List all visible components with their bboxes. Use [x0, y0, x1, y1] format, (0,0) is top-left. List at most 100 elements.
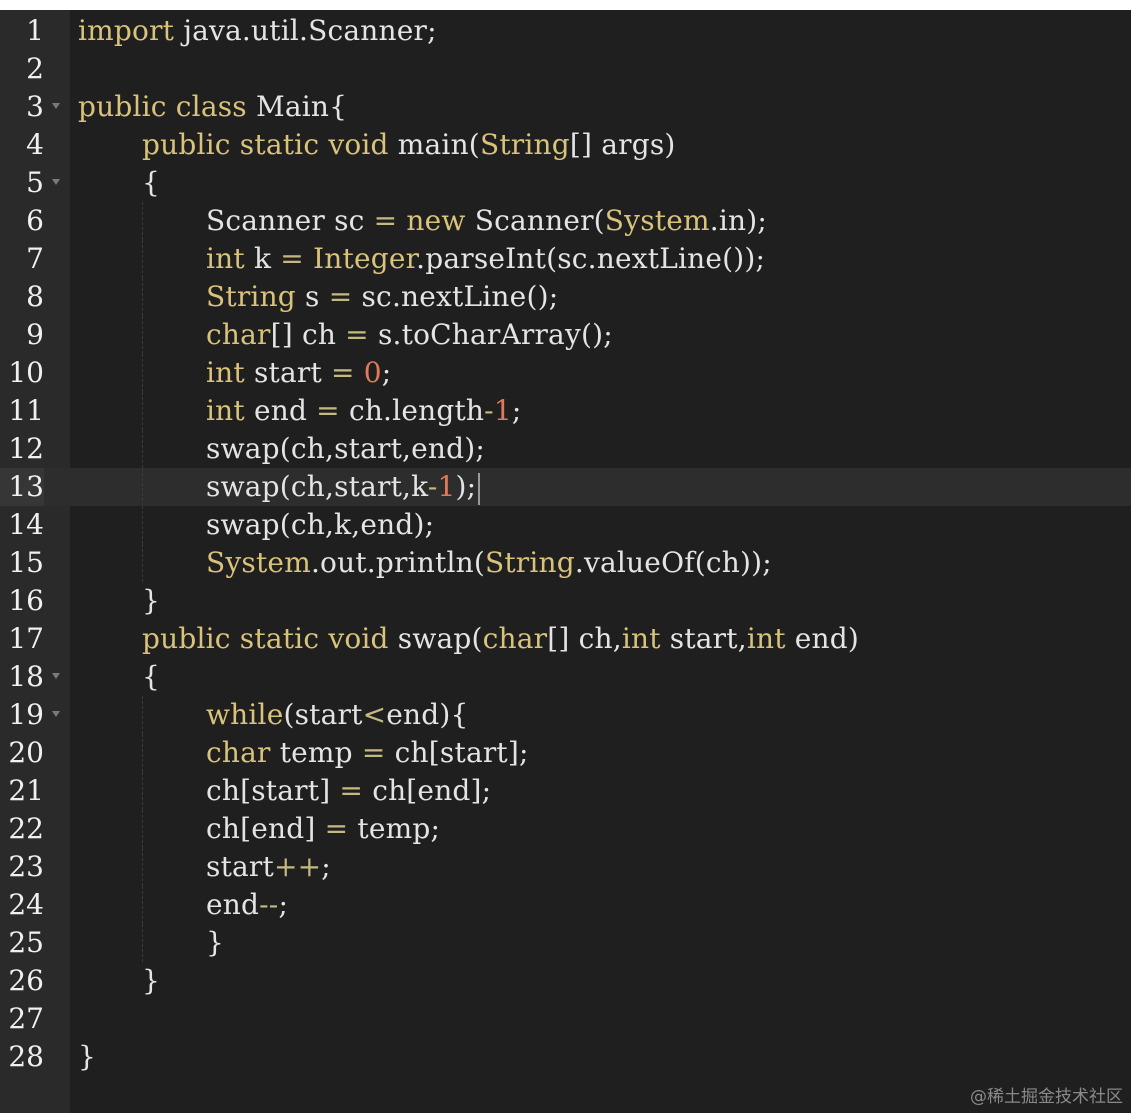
- line-number: 13: [0, 468, 44, 506]
- code-line[interactable]: 28}: [0, 1038, 1131, 1076]
- code-line[interactable]: 18 {: [0, 658, 1131, 696]
- line-number: 14: [8, 508, 44, 541]
- line-text: ch[start] = ch[end];: [206, 772, 491, 810]
- keyword: char: [482, 622, 548, 655]
- operator: -: [484, 394, 494, 427]
- line-text: int start = 0;: [206, 354, 391, 392]
- line-text: }: [142, 962, 160, 1000]
- line-number: 3: [26, 90, 44, 123]
- code-line[interactable]: 11 int end = ch.length-1;: [0, 392, 1131, 430]
- line-number: 21: [8, 774, 44, 807]
- operator: =: [331, 356, 355, 389]
- code-text: java.util.Scanner;: [174, 14, 437, 47]
- line-text: ch[end] = temp;: [206, 810, 440, 848]
- code-line[interactable]: 9 char[] ch = s.toCharArray();: [0, 316, 1131, 354]
- keyword: public: [142, 128, 231, 161]
- code-line[interactable]: 20 char temp = ch[start];: [0, 734, 1131, 772]
- code-text: s.toCharArray();: [368, 318, 613, 351]
- line-number: 1: [26, 14, 44, 47]
- keyword: public: [78, 90, 167, 123]
- keyword: int: [206, 356, 245, 389]
- line-text: end--;: [206, 886, 288, 924]
- code-editor[interactable]: 1 import java.util.Scanner; 2 3 public class…: [0, 10, 1131, 1113]
- code-line[interactable]: 25}: [0, 924, 1131, 962]
- fold-arrow-icon[interactable]: [52, 179, 60, 185]
- code-line[interactable]: 10 int start = 0;: [0, 354, 1131, 392]
- indent-guide: [142, 240, 143, 278]
- code-line[interactable]: 12 swap(ch,start,end);: [0, 430, 1131, 468]
- line-text: swap(ch,start,k-1);: [206, 468, 481, 506]
- code-text: Scanner sc: [206, 204, 374, 237]
- line-number: 20: [8, 736, 44, 769]
- code-text: swap(ch,start,end);: [206, 432, 486, 465]
- code-text: end: [206, 888, 260, 921]
- code-text: Main{: [246, 90, 348, 123]
- code-line[interactable]: 5{: [0, 164, 1131, 202]
- line-text: start++;: [206, 848, 331, 886]
- code-text: .in);: [709, 204, 767, 237]
- fold-arrow-icon[interactable]: [52, 103, 60, 109]
- code-line[interactable]: 27: [0, 1000, 1131, 1038]
- line-text: }: [78, 1038, 96, 1076]
- line-number: 23: [8, 850, 44, 883]
- number-literal: 0: [363, 356, 382, 389]
- code-line[interactable]: 22 ch[end] = temp;: [0, 810, 1131, 848]
- type-name: Integer: [313, 242, 417, 275]
- code-text: s: [295, 280, 329, 313]
- code-area[interactable]: 1 import java.util.Scanner; 2 3 public class…: [0, 12, 1131, 1076]
- code-line[interactable]: 24 end--;: [0, 886, 1131, 924]
- indent-guide: [142, 202, 143, 240]
- code-text: }: [142, 584, 161, 617]
- code-line[interactable]: 7 int k = Integer.parseInt(sc.nextLine())…: [0, 240, 1131, 278]
- keyword: char: [206, 736, 271, 769]
- code-line[interactable]: 1 import java.util.Scanner;: [0, 12, 1131, 50]
- line-number: 9: [26, 318, 44, 351]
- line-number: 8: [26, 280, 44, 313]
- code-line[interactable]: 3 public class Main{: [0, 88, 1131, 126]
- line-number: 19: [8, 698, 44, 731]
- line-number: 28: [8, 1040, 44, 1073]
- code-line[interactable]: 4 public static void main(String[] args): [0, 126, 1131, 164]
- code-text: main(: [388, 128, 480, 161]
- code-text: );: [455, 470, 477, 503]
- code-line[interactable]: 2: [0, 50, 1131, 88]
- code-line[interactable]: 13 swap(ch,start,k-1);: [0, 468, 1131, 506]
- code-text: swap(: [388, 622, 483, 655]
- operator: =: [280, 242, 304, 275]
- fold-arrow-icon[interactable]: [52, 711, 60, 717]
- line-text: }: [206, 924, 224, 962]
- code-line[interactable]: 17 public static void swap(char[] ch,int …: [0, 620, 1131, 658]
- code-text: ;: [511, 394, 522, 427]
- indent-guide: [142, 392, 143, 430]
- line-text: while(start<end){: [206, 696, 469, 734]
- line-text: public class Main{: [78, 88, 347, 126]
- indent-guide: [142, 316, 143, 354]
- operator: =: [361, 736, 386, 769]
- keyword: void: [328, 128, 389, 161]
- operator: =: [373, 204, 398, 237]
- line-number: 10: [8, 356, 44, 389]
- keyword: class: [175, 90, 247, 123]
- code-text: end): [785, 622, 860, 655]
- code-line[interactable]: 14 swap(ch,k,end);: [0, 506, 1131, 544]
- code-text: ch[start];: [385, 736, 529, 769]
- code-line[interactable]: 23 start++;: [0, 848, 1131, 886]
- code-line[interactable]: 8 String s = sc.nextLine();: [0, 278, 1131, 316]
- fold-arrow-icon[interactable]: [52, 673, 60, 679]
- line-text: public static void swap(char[] ch,int st…: [142, 620, 859, 658]
- line-number: 22: [8, 812, 44, 845]
- line-text: swap(ch,k,end);: [206, 506, 434, 544]
- code-line[interactable]: 15 System.out.println(String.valueOf(ch))…: [0, 544, 1131, 582]
- code-line[interactable]: 19 while(start<end){: [0, 696, 1131, 734]
- code-line[interactable]: 16}: [0, 582, 1131, 620]
- code-line[interactable]: 21 ch[start] = ch[end];: [0, 772, 1131, 810]
- line-text: char temp = ch[start];: [206, 734, 529, 772]
- type-name: System: [604, 204, 710, 237]
- indent-guide: [142, 772, 143, 810]
- code-line[interactable]: 6 Scanner sc = new Scanner(System.in);: [0, 202, 1131, 240]
- keyword: while: [206, 698, 284, 731]
- code-line[interactable]: 26}: [0, 962, 1131, 1000]
- operator: =: [328, 280, 353, 313]
